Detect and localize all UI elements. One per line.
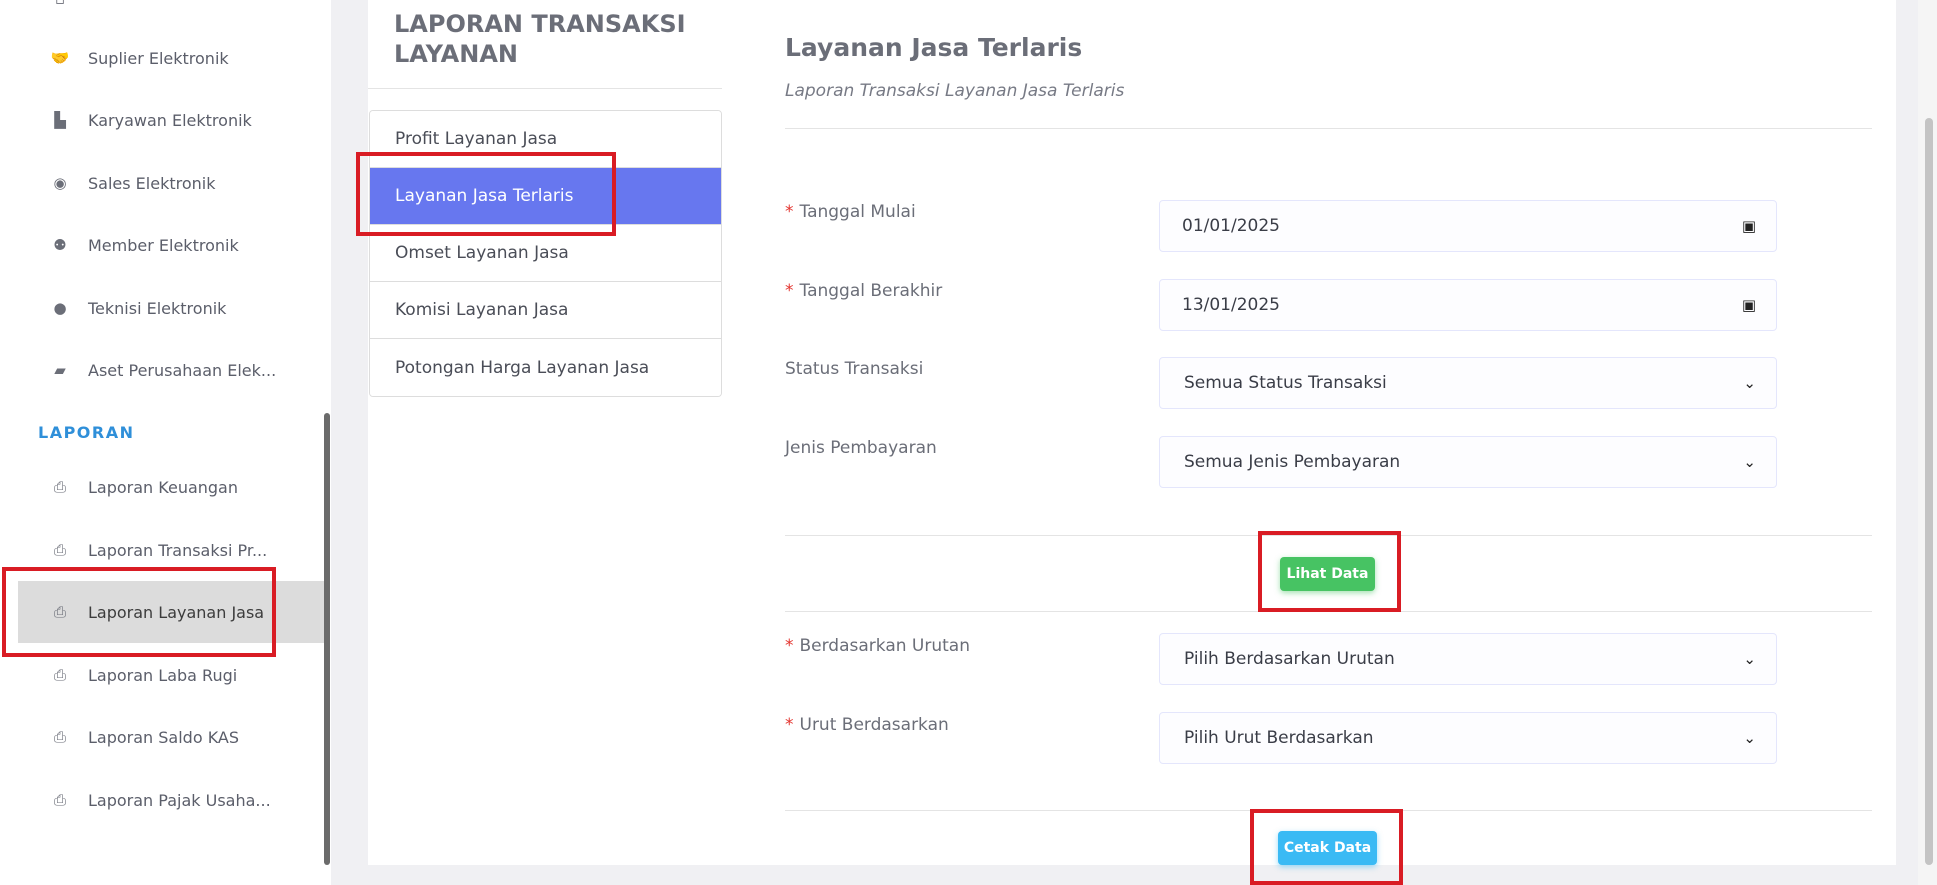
sidebar-item-label: Aset Perusahaan Elek...: [88, 360, 277, 380]
print-icon: ⎙: [53, 728, 66, 746]
sidebar-item-teknisi[interactable]: ● Teknisi Elektronik: [18, 277, 324, 339]
sidebar: ▫ 🤝 Suplier Elektronik ▙ Karyawan Elektr…: [0, 0, 331, 885]
chevron-down-icon: ⌄: [1743, 729, 1756, 747]
tanggal-berakhir-label: * Tanggal Berakhir: [785, 281, 942, 301]
divider: [368, 88, 722, 89]
sidebar-item-member[interactable]: ⚉ Member Elektronik: [18, 214, 324, 276]
panel-title: LAPORAN TRANSAKSI LAYANAN: [394, 10, 686, 68]
sidebar-item-label: Laporan Transaksi Pr...: [88, 540, 268, 560]
sidebar-item-label: Sales Elektronik: [88, 173, 216, 193]
user-icon: ●: [53, 299, 67, 317]
select-value: Semua Status Transaksi: [1184, 373, 1387, 393]
sidebar-item-karyawan[interactable]: ▙ Karyawan Elektronik: [18, 89, 324, 151]
select-value: Pilih Urut Berdasarkan: [1184, 728, 1374, 748]
print-icon: ⎙: [53, 478, 66, 496]
users-icon: ⚉: [53, 236, 67, 254]
calendar-icon[interactable]: ▣: [1742, 217, 1756, 235]
print-icon: ⎙: [53, 541, 66, 559]
sidebar-item-label: Laporan Pajak Usaha...: [88, 790, 271, 810]
tanggal-berakhir-input[interactable]: 13/01/2025 ▣: [1159, 279, 1777, 331]
date-value: 01/01/2025: [1182, 216, 1280, 236]
required-mark: *: [785, 202, 794, 222]
form-title: Layanan Jasa Terlaris: [785, 33, 1083, 62]
sidebar-item-laporan-pajak[interactable]: ⎙ Laporan Pajak Usaha...: [18, 769, 324, 831]
user-circle-icon: ◉: [53, 174, 67, 192]
form-subtitle: Laporan Transaksi Layanan Jasa Terlaris: [785, 81, 1125, 101]
tanggal-mulai-label: * Tanggal Mulai: [785, 202, 916, 222]
sidebar-item-aset[interactable]: ▰ Aset Perusahaan Elek...: [18, 339, 324, 401]
sidebar-item-label: Laporan Saldo KAS: [88, 727, 240, 747]
label-text: Urut Berdasarkan: [799, 715, 949, 735]
label-text: Tanggal Mulai: [799, 202, 916, 222]
sidebar-item-laporan-saldo-kas[interactable]: ⎙ Laporan Saldo KAS: [18, 706, 324, 768]
highlight-box: [1250, 809, 1403, 885]
urut-berdasarkan-label: * Urut Berdasarkan: [785, 715, 949, 735]
label-text: Berdasarkan Urutan: [799, 636, 971, 656]
sidebar-section-title: LAPORAN: [38, 423, 135, 442]
sidebar-item-label: Suplier Elektronik: [88, 48, 229, 68]
highlight-box: [2, 567, 276, 657]
chevron-down-icon: ⌄: [1743, 650, 1756, 668]
highlight-box: [1258, 531, 1401, 612]
chevron-down-icon: ⌄: [1743, 374, 1756, 392]
sidebar-item-label: Laporan Keuangan: [88, 477, 238, 497]
tanggal-mulai-input[interactable]: 01/01/2025 ▣: [1159, 200, 1777, 252]
sidebar-item-label: Member Elektronik: [88, 235, 239, 255]
select-value: Semua Jenis Pembayaran: [1184, 452, 1401, 472]
jenis-pembayaran-select[interactable]: Semua Jenis Pembayaran ⌄: [1159, 436, 1777, 488]
menu-item-komisi[interactable]: Komisi Layanan Jasa: [370, 282, 721, 339]
chevron-down-icon: ⌄: [1743, 453, 1756, 471]
jenis-pembayaran-label: Jenis Pembayaran: [785, 438, 937, 458]
menu-item-potongan[interactable]: Potongan Harga Layanan Jasa: [370, 339, 721, 396]
sidebar-item-label: Karyawan Elektronik: [88, 110, 252, 130]
page-scrollbar[interactable]: [1925, 118, 1933, 865]
sidebar-item-sales[interactable]: ◉ Sales Elektronik: [18, 152, 324, 214]
required-mark: *: [785, 636, 794, 656]
required-mark: *: [785, 281, 794, 301]
id-badge-icon: ▙: [54, 111, 66, 129]
highlight-box: [356, 152, 616, 236]
status-transaksi-label: Status Transaksi: [785, 359, 924, 379]
sidebar-item-paket-promo[interactable]: ▫: [18, 0, 324, 16]
select-value: Pilih Berdasarkan Urutan: [1184, 649, 1395, 669]
label-text: Tanggal Berakhir: [799, 281, 943, 301]
sidebar-scrollbar[interactable]: [324, 413, 330, 865]
berdasarkan-urutan-select[interactable]: Pilih Berdasarkan Urutan ⌄: [1159, 633, 1777, 685]
sidebar-item-laporan-keuangan[interactable]: ⎙ Laporan Keuangan: [18, 456, 324, 518]
sidebar-item-label: Teknisi Elektronik: [88, 298, 227, 318]
sidebar-item-label: Laporan Laba Rugi: [88, 665, 238, 685]
tag-icon: ▫: [50, 0, 70, 8]
handshake-icon: 🤝: [50, 49, 70, 67]
status-transaksi-select[interactable]: Semua Status Transaksi ⌄: [1159, 357, 1777, 409]
divider: [785, 128, 1872, 129]
print-icon: ⎙: [53, 666, 66, 684]
book-icon: ▰: [54, 361, 66, 379]
berdasarkan-urutan-label: * Berdasarkan Urutan: [785, 636, 970, 656]
print-icon: ⎙: [53, 791, 66, 809]
sidebar-item-suplier[interactable]: 🤝 Suplier Elektronik: [18, 27, 324, 89]
date-value: 13/01/2025: [1182, 295, 1280, 315]
urut-berdasarkan-select[interactable]: Pilih Urut Berdasarkan ⌄: [1159, 712, 1777, 764]
calendar-icon[interactable]: ▣: [1742, 296, 1756, 314]
required-mark: *: [785, 715, 794, 735]
